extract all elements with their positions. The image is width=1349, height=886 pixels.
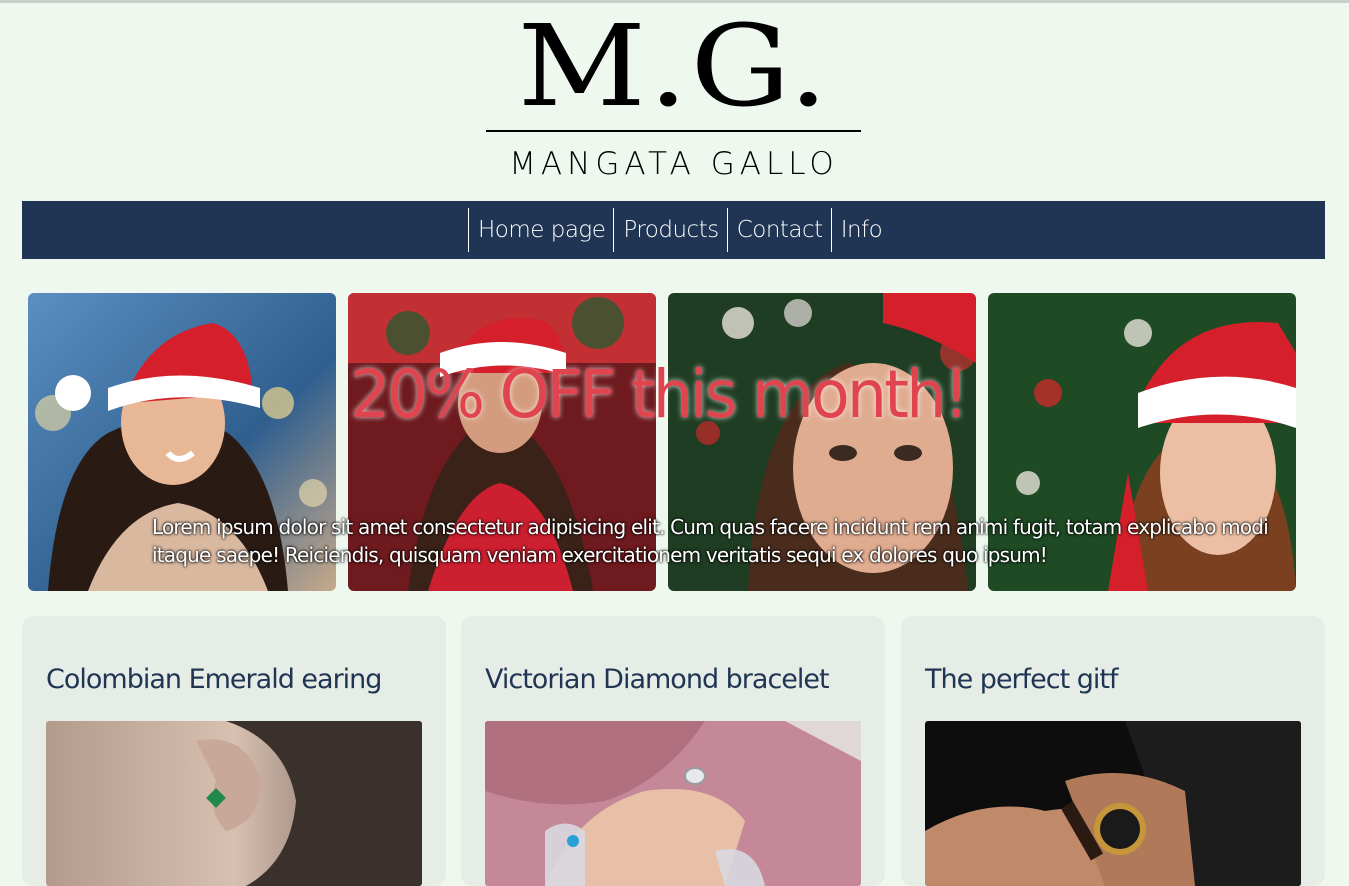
gold-watch-photo[interactable] xyxy=(925,721,1301,886)
promo-headline: 20% OFF this month! xyxy=(350,356,969,433)
nav-menu: Home page Products Contact Info xyxy=(468,208,890,252)
product-card[interactable]: The perfect gitf xyxy=(901,616,1325,886)
logo-mark: M.G. xyxy=(517,2,831,132)
product-title[interactable]: Victorian Diamond bracelet xyxy=(485,662,830,698)
nav-item-info[interactable]: Info xyxy=(830,208,891,252)
main-navigation: Home page Products Contact Info xyxy=(22,201,1325,259)
logo-divider xyxy=(486,130,861,132)
nav-item-products[interactable]: Products xyxy=(613,208,726,252)
product-image xyxy=(925,721,1301,886)
nav-item-contact[interactable]: Contact xyxy=(726,208,831,252)
product-card[interactable]: Colombian Emerald earing xyxy=(22,616,446,886)
brand-name: MANGATA GALLO xyxy=(509,146,839,182)
product-title[interactable]: The perfect gitf xyxy=(925,662,1119,698)
product-cards: Colombian Emerald earing Victorian Diamo… xyxy=(22,616,1325,886)
diamond-bracelet-photo[interactable] xyxy=(485,721,861,886)
product-image xyxy=(46,721,422,886)
promo-banner[interactable]: 20% OFF this month! Lorem ipsum dolor si… xyxy=(28,293,1303,591)
brand-logo[interactable]: M.G. MANGATA GALLO xyxy=(486,8,862,184)
emerald-earring-photo[interactable] xyxy=(46,721,422,886)
product-title[interactable]: Colombian Emerald earing xyxy=(46,662,382,698)
product-card[interactable]: Victorian Diamond bracelet xyxy=(461,616,885,886)
product-image xyxy=(485,721,861,886)
promo-description: Lorem ipsum dolor sit amet consectetur a… xyxy=(152,515,1269,567)
nav-item-home[interactable]: Home page xyxy=(468,208,613,252)
